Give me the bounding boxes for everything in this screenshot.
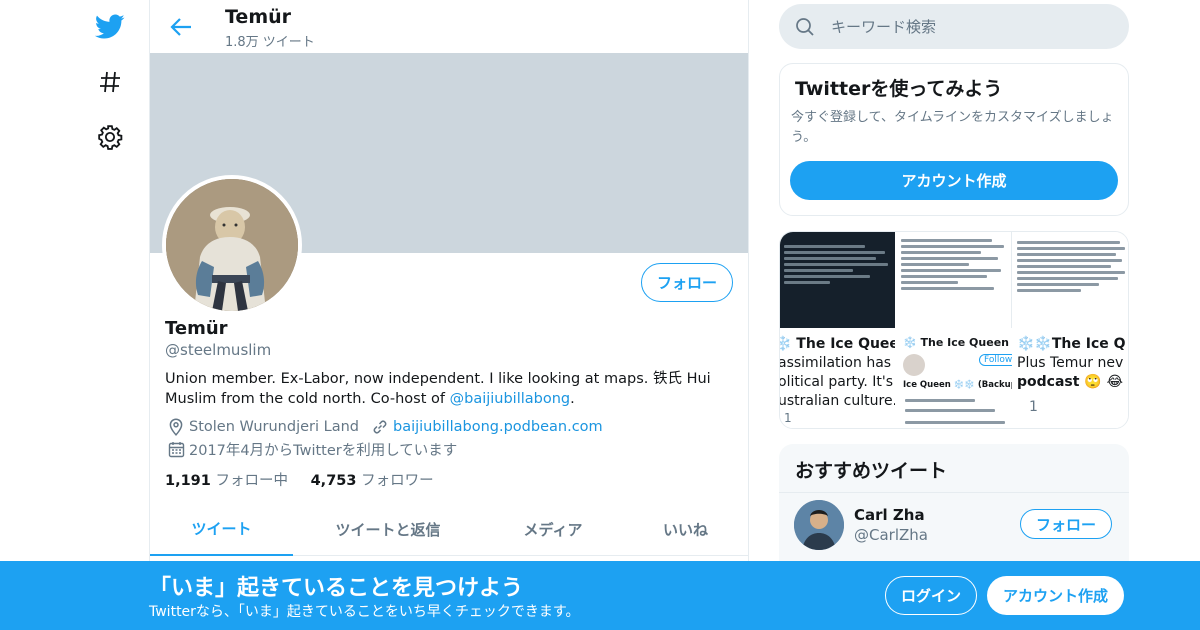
profile-header-bar: Temür 1.8万 ツイート (150, 0, 748, 53)
recommended-user-name: Carl Zha (854, 506, 925, 524)
tile-reply-count: 1 (1029, 399, 1038, 415)
tile-text: podcast 🙄 😂 (1017, 374, 1123, 390)
media-thumbnail[interactable] (897, 232, 1012, 328)
recommended-user-row[interactable]: Carl Zha @CarlZha フォロー (779, 492, 1129, 562)
signup-card-title: Twitterを使ってみよう (795, 78, 1003, 100)
recommended-user-handle: @CarlZha (854, 526, 928, 544)
left-nav (80, 0, 150, 630)
hashtag-icon[interactable] (85, 57, 135, 107)
tab-tweets-and-replies[interactable]: ツイートと返信 (293, 503, 483, 556)
profile-avatar[interactable] (162, 175, 302, 315)
following-label: フォロー中 (215, 473, 288, 489)
profile-website-link[interactable]: baijiubillabong.podbean.com (393, 419, 603, 435)
tile-text: assimilation has nothin (780, 355, 895, 371)
media-thumbnail[interactable]: ❄️ The Ice Queen assimilation has nothin… (780, 330, 895, 428)
recommended-follow-button[interactable]: フォロー (1020, 509, 1112, 539)
profile-stats: 1,191 フォロー中 4,753 フォロワー (165, 469, 434, 490)
header-tweet-count: 1.8万 ツイート (225, 35, 315, 50)
profile-meta-row: Stolen Wurundjeri Land baijiubillabong.p… (165, 418, 603, 436)
profile-bio: Union member. Ex-Labor, now independent.… (165, 369, 735, 409)
search-input[interactable]: キーワード検索 (831, 16, 936, 37)
bottom-signup-bar: 「いま」起きていることを見つけよう Twitterなら、「いま」起きていることを… (0, 561, 1200, 630)
recommended-tweets-card: おすすめツイート Carl Zha @CarlZha フォロー (779, 444, 1129, 574)
twitter-bird-icon[interactable] (85, 2, 135, 52)
recommended-title: おすすめツイート (795, 460, 948, 482)
following-count: 1,191 (165, 473, 211, 489)
followers-label: フォロワー (361, 473, 434, 489)
media-grid: ❄️ The Ice Queen assimilation has nothin… (779, 231, 1129, 429)
tile-text: Ice Queen ❄️❄️ (Backup) (903, 380, 1012, 390)
profile-location: Stolen Wurundjeri Land (189, 419, 359, 435)
tile-text: olitical party. It's more (780, 374, 895, 390)
tab-likes[interactable]: いいね (623, 503, 748, 556)
calendar-icon (165, 441, 187, 459)
media-thumbnail[interactable]: ❄️❄️The Ice Q Plus Temur nev podcast 🙄 😂… (1013, 330, 1128, 428)
create-account-button[interactable]: アカウント作成 (790, 161, 1118, 200)
link-icon (369, 418, 391, 436)
tile-text: ❄️ The Ice Queen ❄️ (903, 336, 1012, 349)
tab-media[interactable]: メディア (483, 503, 623, 556)
media-thumbnail[interactable] (780, 232, 895, 328)
back-arrow-icon[interactable] (164, 10, 198, 44)
page: Temür 1.8万 ツイート フォロー Temür @steelmuslim … (0, 0, 1200, 630)
profile-handle: @steelmuslim (165, 341, 272, 359)
signup-card: Twitterを使ってみよう 今すぐ登録して、タイムラインをカスタマイズしましょ… (779, 63, 1129, 216)
profile-name: Temür (165, 318, 228, 339)
followers-stat[interactable]: 4,753 フォロワー (311, 473, 434, 489)
tile-text: ustralian culture. (780, 393, 895, 409)
tile-text: Plus Temur nev (1017, 355, 1124, 371)
settings-gear-icon[interactable] (85, 112, 135, 162)
location-pin-icon (165, 418, 187, 436)
avatar[interactable] (794, 500, 844, 550)
bio-mention-link[interactable]: @baijiubillabong (450, 391, 571, 407)
bio-end: . (570, 391, 575, 407)
bio-text: Union member. Ex-Labor, now independent.… (165, 371, 711, 407)
bottom-bar-subtitle: Twitterなら、「いま」起きていることをいち早くチェックできます。 (149, 604, 580, 620)
avatar (903, 354, 925, 376)
tile-reply-count: 1 (784, 411, 792, 425)
login-button[interactable]: ログイン (885, 576, 977, 615)
tile-text: ❄️❄️The Ice Q (1017, 336, 1126, 352)
media-thumbnail[interactable]: ❄️ The Ice Queen ❄️ Follow Ice Queen ❄️❄… (897, 330, 1012, 428)
following-stat[interactable]: 1,191 フォロー中 (165, 473, 288, 489)
tile-text: ❄️ The Ice Queen (780, 336, 895, 352)
profile-column: Temür 1.8万 ツイート フォロー Temür @steelmuslim … (149, 0, 749, 630)
profile-tabs: ツイート ツイートと返信 メディア いいね (150, 503, 748, 556)
followers-count: 4,753 (310, 473, 357, 489)
profile-joined: 2017年4月からTwitterを利用しています (189, 443, 458, 459)
bottom-bar-title: 「いま」起きていることを見つけよう (149, 576, 524, 601)
search-box[interactable]: キーワード検索 (779, 4, 1129, 49)
follow-button[interactable]: フォロー (641, 263, 733, 302)
search-icon (795, 17, 817, 37)
signup-card-description: 今すぐ登録して、タイムラインをカスタマイズしましょう。 (791, 110, 1114, 145)
profile-joined-row: 2017年4月からTwitterを利用しています (165, 439, 457, 460)
header-name: Temür (225, 6, 292, 28)
media-thumbnail[interactable] (1013, 232, 1128, 328)
tile-follow: Follow (979, 354, 1012, 366)
tab-tweets[interactable]: ツイート (150, 503, 293, 556)
bottom-create-account-button[interactable]: アカウント作成 (987, 576, 1124, 615)
